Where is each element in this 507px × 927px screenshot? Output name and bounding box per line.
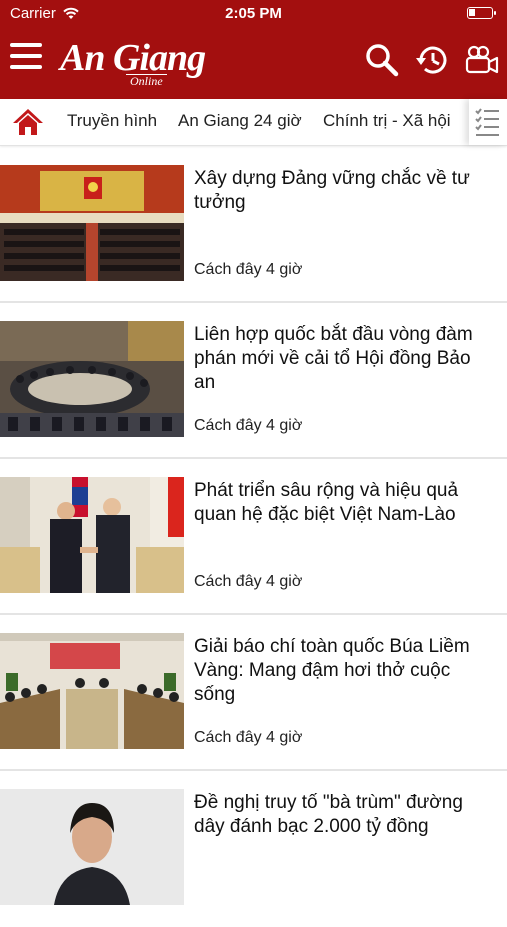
search-icon[interactable] [364,42,400,78]
category-tab-truyen-hinh[interactable]: Truyền hình [67,111,157,131]
history-icon[interactable] [414,42,450,78]
article-thumbnail [0,321,184,437]
article-item[interactable]: Giải báo chí toàn quốc Búa Liềm Vàng: Ma… [0,615,507,771]
article-thumbnail [0,477,184,593]
article-time: Cách đây 4 giờ [194,261,303,278]
article-item[interactable]: Xây dựng Đảng vững chắc về tư tưởng Cách… [0,147,507,303]
category-tab-an-giang-24-gio[interactable]: An Giang 24 giờ [178,111,302,131]
article-title[interactable]: Đề nghị truy tố "bà trùm" đường dây đánh… [194,791,494,839]
category-bar: Truyền hình An Giang 24 giờ Chính trị - … [0,99,507,146]
article-time: Cách đây 4 giờ [194,573,303,590]
article-title[interactable]: Giải báo chí toàn quốc Búa Liềm Vàng: Ma… [194,635,494,707]
article-time: Cách đây 4 giờ [194,729,303,746]
app-header: Carrier 2:05 PM An Giang Online [0,0,507,99]
article-time: Cách đây 4 giờ [194,417,303,434]
article-thumbnail [0,789,184,905]
article-item[interactable]: Đề nghị truy tố "bà trùm" đường dây đánh… [0,771,507,927]
article-item[interactable]: Liên hợp quốc bắt đầu vòng đàm phán mới … [0,303,507,459]
article-thumbnail [0,633,184,749]
article-title[interactable]: Liên hợp quốc bắt đầu vòng đàm phán mới … [194,323,494,395]
article-item[interactable]: Phát triển sâu rộng và hiệu quả quan hệ … [0,459,507,615]
menu-icon[interactable] [10,43,42,73]
category-list-icon[interactable] [469,99,507,145]
home-icon[interactable] [12,107,44,137]
article-thumbnail [0,165,184,281]
status-time: 2:05 PM [225,5,282,22]
logo-sub-text: Online [126,74,167,87]
category-tab-chinh-tri-xa-hoi[interactable]: Chính trị - Xã hội [323,111,451,131]
video-camera-icon[interactable] [464,42,500,78]
app-bar: An Giang Online [0,28,507,99]
app-logo: An Giang Online [60,36,220,88]
article-title[interactable]: Phát triển sâu rộng và hiệu quả quan hệ … [194,479,494,527]
article-title[interactable]: Xây dựng Đảng vững chắc về tư tưởng [194,167,494,215]
status-bar: Carrier 2:05 PM [0,0,507,28]
battery-icon [467,7,496,19]
